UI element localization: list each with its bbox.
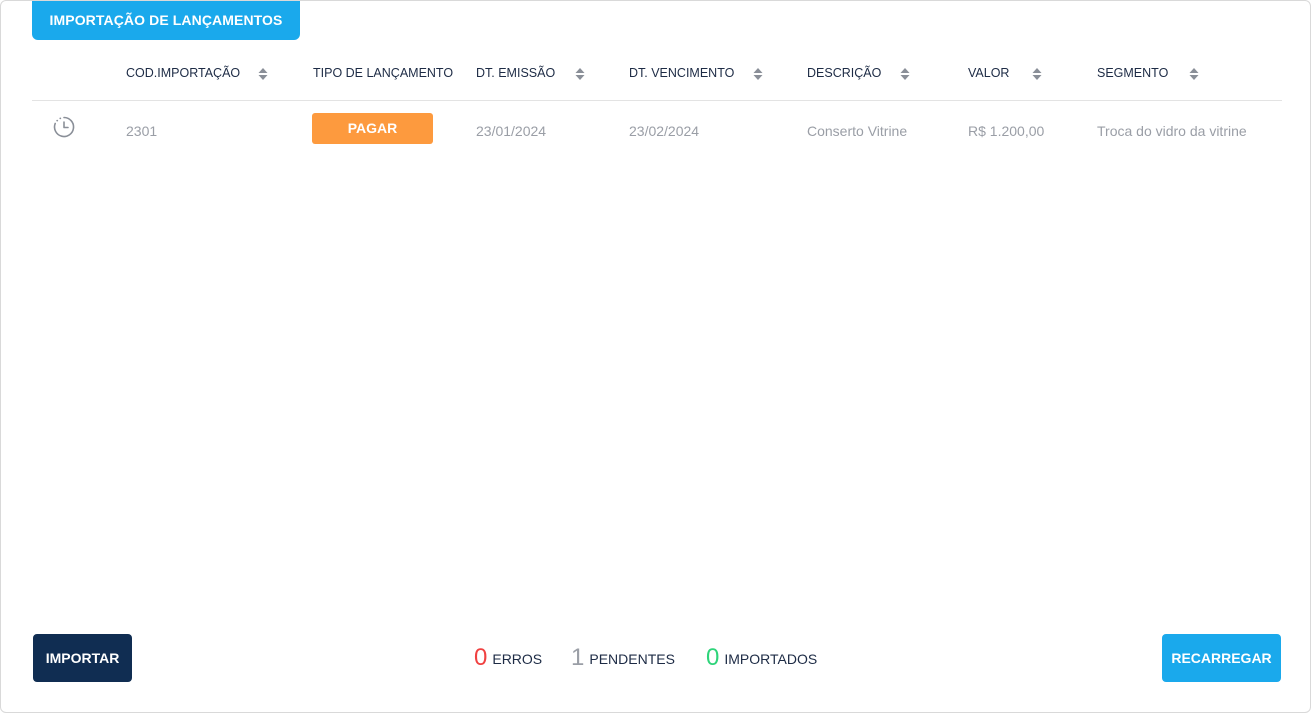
table-header: COD.IMPORTAÇÃO TIPO DE LANÇAMENTO DT. EM… [32,53,1282,101]
column-header-tipo-lancamento: TIPO DE LANÇAMENTO [313,66,454,80]
sort-icon[interactable] [753,67,763,81]
pending-count: 1 [571,644,585,671]
column-header-dt-emissao[interactable]: DT. EMISSÃO [476,66,555,80]
sort-icon[interactable] [575,67,585,81]
pending-label: PENDENTES [589,651,675,667]
sort-icon[interactable] [1189,67,1199,81]
imported-counter: 0 IMPORTADOS [706,643,817,673]
reload-button[interactable]: RECARREGAR [1162,634,1281,682]
errors-label: ERROS [492,651,543,667]
cell-segmento: Troca do vidro da vitrine [1097,123,1247,139]
errors-counter: 0 ERROS [474,643,542,673]
panel-title: IMPORTAÇÃO DE LANÇAMENTOS [32,1,300,40]
pending-counter: 1 PENDENTES [571,643,675,673]
cell-descricao: Conserto Vitrine [807,123,908,139]
import-panel: IMPORTAÇÃO DE LANÇAMENTOS COD.IMPORTAÇÃO… [0,0,1311,713]
column-header-descricao[interactable]: DESCRIÇÃO [807,66,881,80]
errors-count: 0 [474,644,488,671]
cell-cod-importacao: 2301 [126,123,158,139]
column-header-valor[interactable]: VALOR [968,66,1009,80]
imported-count: 0 [706,644,720,671]
sort-icon[interactable] [900,67,910,81]
column-header-segmento[interactable]: SEGMENTO [1097,66,1168,80]
sort-icon[interactable] [258,67,268,81]
column-header-cod-importacao[interactable]: COD.IMPORTAÇÃO [126,66,240,80]
column-header-dt-vencimento[interactable]: DT. VENCIMENTO [629,66,734,80]
tipo-lancamento-badge: PAGAR [312,113,433,144]
import-button[interactable]: IMPORTAR [33,634,132,682]
sort-icon[interactable] [1032,67,1042,81]
cell-dt-emissao: 23/01/2024 [476,123,547,139]
clock-pending-icon [53,116,75,138]
cell-valor: R$ 1.200,00 [968,123,1045,139]
imported-label: IMPORTADOS [724,651,818,667]
cell-dt-vencimento: 23/02/2024 [629,123,700,139]
table-row: 2301 PAGAR 23/01/2024 23/02/2024 Consert… [32,101,1282,161]
